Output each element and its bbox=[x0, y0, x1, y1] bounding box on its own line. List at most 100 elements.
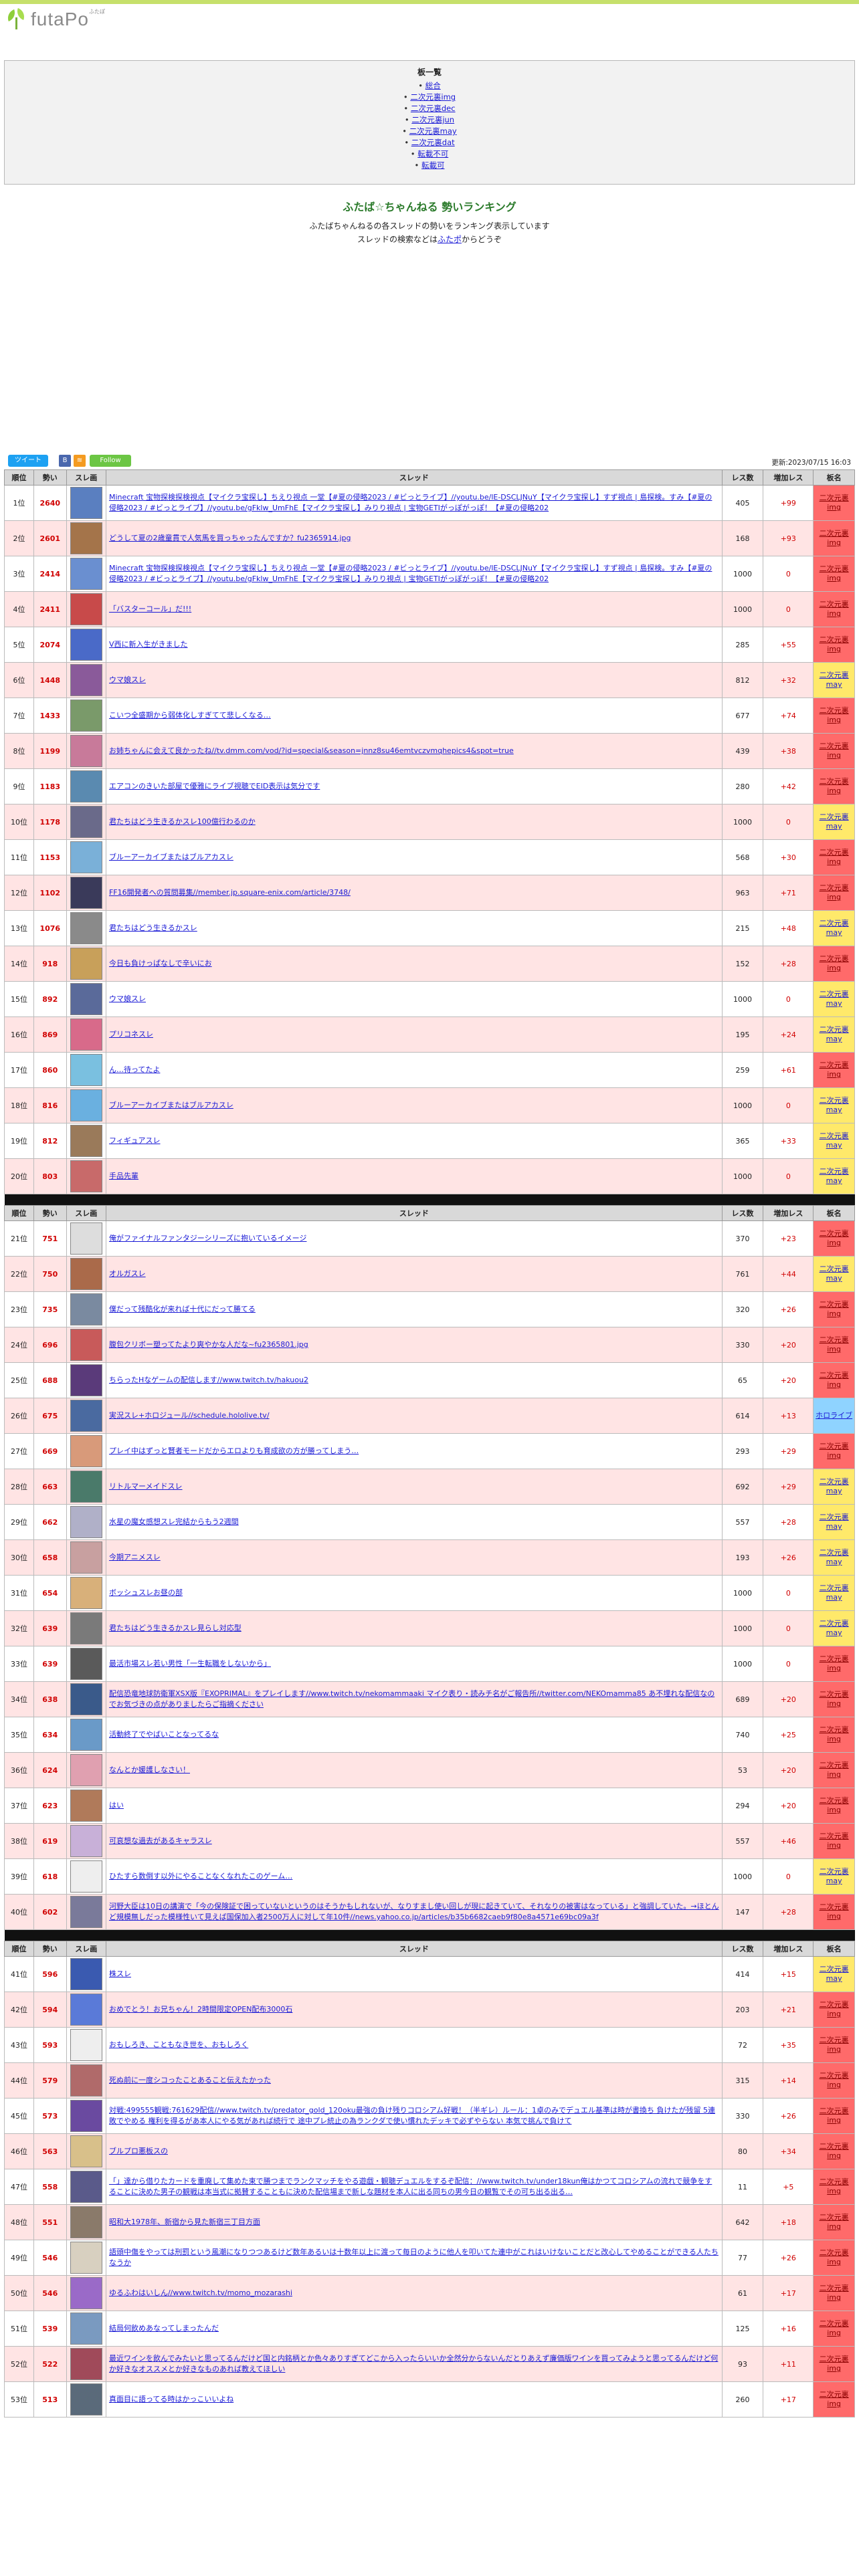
board-link-tensai-ka[interactable]: 転載可 bbox=[421, 160, 445, 170]
thread-title-link[interactable]: ブルーアーカイブまたはブルアカスレ bbox=[109, 852, 719, 863]
thread-thumbnail[interactable] bbox=[70, 1364, 102, 1396]
board-name-link[interactable]: 二次元裏img bbox=[814, 494, 854, 512]
thread-thumbnail[interactable] bbox=[70, 1612, 102, 1644]
thread-thumbnail[interactable] bbox=[70, 700, 102, 732]
board-name-link[interactable]: 二次元裏img bbox=[814, 1761, 854, 1780]
thread-title-link[interactable]: 手品先輩 bbox=[109, 1171, 719, 1182]
board-name-link[interactable]: 二次元裏img bbox=[814, 1442, 854, 1461]
site-logo[interactable]: futaPo ふたぽ bbox=[4, 8, 105, 31]
thread-title-link[interactable]: ちらったHなゲームの配信します//www.twitch.tv/hakuou2 bbox=[109, 1375, 719, 1386]
board-name-link[interactable]: ホロライブ bbox=[814, 1411, 854, 1420]
board-name-link[interactable]: 二次元裏may bbox=[814, 1965, 854, 1983]
thread-title-link[interactable]: ゆるふわはいしん//www.twitch.tv/momo_mozarashi bbox=[109, 2288, 719, 2298]
thread-title-link[interactable]: オルガスレ bbox=[109, 1269, 719, 1279]
board-name-link[interactable]: 二次元裏may bbox=[814, 813, 854, 831]
thread-title-link[interactable]: 君たちはどう生きるかスレ見らし対応型 bbox=[109, 1623, 719, 1634]
board-link-img[interactable]: 二次元裏img bbox=[410, 92, 456, 102]
board-link-sougou[interactable]: 総合 bbox=[425, 81, 441, 90]
thread-title-link[interactable]: なんとか媛護しなさい！ bbox=[109, 1765, 719, 1776]
board-name-link[interactable]: 二次元裏may bbox=[814, 1265, 854, 1283]
thread-thumbnail[interactable] bbox=[70, 522, 102, 554]
board-name-link[interactable]: 二次元裏img bbox=[814, 777, 854, 796]
thread-thumbnail[interactable] bbox=[70, 1471, 102, 1503]
board-name-link[interactable]: 二次元裏img bbox=[814, 1335, 854, 1354]
thread-title-link[interactable]: ブルプロ悪板スの bbox=[109, 2146, 719, 2157]
thread-title-link[interactable]: 「」達から借りたカードを重廃して集めた束で勝つまでランクマッチをやる遊戯・観聴デ… bbox=[109, 2176, 719, 2197]
board-name-link[interactable]: 二次元裏may bbox=[814, 1584, 854, 1602]
thread-thumbnail[interactable] bbox=[70, 912, 102, 944]
thread-thumbnail[interactable] bbox=[70, 806, 102, 838]
thread-thumbnail[interactable] bbox=[70, 593, 102, 625]
board-name-link[interactable]: 二次元裏img bbox=[814, 1832, 854, 1850]
thread-thumbnail[interactable] bbox=[70, 1790, 102, 1822]
board-link-may[interactable]: 二次元裏may bbox=[409, 126, 457, 136]
board-link-jun[interactable]: 二次元裏jun bbox=[411, 115, 454, 124]
thread-title-link[interactable]: ひたすら数倒す以外にやることなくなれたこのゲーム… bbox=[109, 1871, 719, 1882]
thread-thumbnail[interactable] bbox=[70, 1435, 102, 1467]
board-name-link[interactable]: 二次元裏img bbox=[814, 742, 854, 760]
thread-thumbnail[interactable] bbox=[70, 1541, 102, 1574]
thread-title-link[interactable]: 今期アニメスレ bbox=[109, 1552, 719, 1563]
thread-thumbnail[interactable] bbox=[70, 2135, 102, 2167]
thread-title-link[interactable]: 僕だって残酷化が来れば十代にだって勝てる bbox=[109, 1304, 719, 1315]
thread-thumbnail[interactable] bbox=[70, 877, 102, 909]
thread-title-link[interactable]: お姉ちゃんに会えて良かったね//tv.dmm.com/vod/?id=speci… bbox=[109, 746, 719, 756]
board-name-link[interactable]: 二次元裏img bbox=[814, 2000, 854, 2019]
thread-thumbnail[interactable] bbox=[70, 1018, 102, 1051]
thread-thumbnail[interactable] bbox=[70, 948, 102, 980]
thread-thumbnail[interactable] bbox=[70, 735, 102, 767]
thread-thumbnail[interactable] bbox=[70, 1896, 102, 1928]
thread-title-link[interactable]: はい bbox=[109, 1800, 719, 1811]
thread-thumbnail[interactable] bbox=[70, 2064, 102, 2097]
thread-thumbnail[interactable] bbox=[70, 1958, 102, 1990]
thread-title-link[interactable]: 対戦:499555観戦:761629配信//www.twitch.tv/pred… bbox=[109, 2105, 719, 2127]
board-name-link[interactable]: 二次元裏img bbox=[814, 848, 854, 867]
thread-thumbnail[interactable] bbox=[70, 1125, 102, 1157]
thread-thumbnail[interactable] bbox=[70, 1329, 102, 1361]
board-name-link[interactable]: 二次元裏img bbox=[814, 600, 854, 619]
board-name-link[interactable]: 二次元裏img bbox=[814, 2284, 854, 2302]
thread-title-link[interactable]: 最近ワインを飲んでみたいと思ってるんだけど国と内銘柄とか色々ありすぎてどこから入… bbox=[109, 2353, 719, 2375]
board-name-link[interactable]: 二次元裏img bbox=[814, 2177, 854, 2196]
thread-title-link[interactable]: 最活市場スレ若い男性「一生転職をしないから」 bbox=[109, 1658, 719, 1669]
board-name-link[interactable]: 二次元裏may bbox=[814, 1477, 854, 1496]
thread-thumbnail[interactable] bbox=[70, 2100, 102, 2132]
thread-thumbnail[interactable] bbox=[70, 1400, 102, 1432]
thread-title-link[interactable]: 語頭中傷をやっては刑罰という風潮になりつつあるけど数年あるいは十数年以上に渡って… bbox=[109, 2247, 719, 2268]
board-name-link[interactable]: 二次元裏img bbox=[814, 2390, 854, 2409]
board-name-link[interactable]: 二次元裏may bbox=[814, 919, 854, 938]
board-name-link[interactable]: 二次元裏img bbox=[814, 2213, 854, 2232]
thread-title-link[interactable]: ボッシュスレお昼の部 bbox=[109, 1588, 719, 1598]
board-name-link[interactable]: 二次元裏may bbox=[814, 1867, 854, 1886]
thread-title-link[interactable]: 可哀想な過去があるキャラスレ bbox=[109, 1836, 719, 1846]
thread-thumbnail[interactable] bbox=[70, 558, 102, 590]
thread-title-link[interactable]: 今日も負けっぱなしで辛いにお bbox=[109, 958, 719, 969]
board-name-link[interactable]: 二次元裏img bbox=[814, 2036, 854, 2054]
thread-thumbnail[interactable] bbox=[70, 2171, 102, 2203]
thread-title-link[interactable]: ブルーアーカイブまたはブルアカスレ bbox=[109, 1100, 719, 1111]
thread-thumbnail[interactable] bbox=[70, 1860, 102, 1893]
thread-thumbnail[interactable] bbox=[70, 1648, 102, 1680]
board-name-link[interactable]: 二次元裏img bbox=[814, 1725, 854, 1744]
thread-thumbnail[interactable] bbox=[70, 841, 102, 873]
thread-title-link[interactable]: おもしろき、こともなき世を、おもしろく bbox=[109, 2040, 719, 2050]
thread-title-link[interactable]: プリコネスレ bbox=[109, 1029, 719, 1040]
board-name-link[interactable]: 二次元裏may bbox=[814, 1619, 854, 1638]
thread-title-link[interactable]: 配信恐竜地球防衛軍XSX版『EXOPRIMAL』をプレイします//www.twi… bbox=[109, 1689, 719, 1710]
board-name-link[interactable]: 二次元裏img bbox=[814, 1229, 854, 1248]
board-link-tenmsai-fuka[interactable]: 転載不可 bbox=[417, 149, 448, 158]
thread-thumbnail[interactable] bbox=[70, 2206, 102, 2238]
thread-title-link[interactable]: どうして夏の2歳童貫で人気馬を買っちゃったんですか？fu2365914.jpg bbox=[109, 533, 719, 544]
board-name-link[interactable]: 二次元裏img bbox=[814, 706, 854, 725]
board-name-link[interactable]: 二次元裏img bbox=[814, 2107, 854, 2125]
board-name-link[interactable]: 二次元裏img bbox=[814, 1371, 854, 1390]
board-name-link[interactable]: 二次元裏may bbox=[814, 1167, 854, 1186]
thread-thumbnail[interactable] bbox=[70, 2313, 102, 2345]
board-name-link[interactable]: 二次元裏img bbox=[814, 883, 854, 902]
thread-thumbnail[interactable] bbox=[70, 1825, 102, 1857]
futapo-link[interactable]: ふたポ bbox=[438, 235, 462, 244]
board-name-link[interactable]: 二次元裏may bbox=[814, 1025, 854, 1044]
thread-thumbnail[interactable] bbox=[70, 1222, 102, 1255]
thread-thumbnail[interactable] bbox=[70, 983, 102, 1015]
board-name-link[interactable]: 二次元裏may bbox=[814, 1132, 854, 1150]
